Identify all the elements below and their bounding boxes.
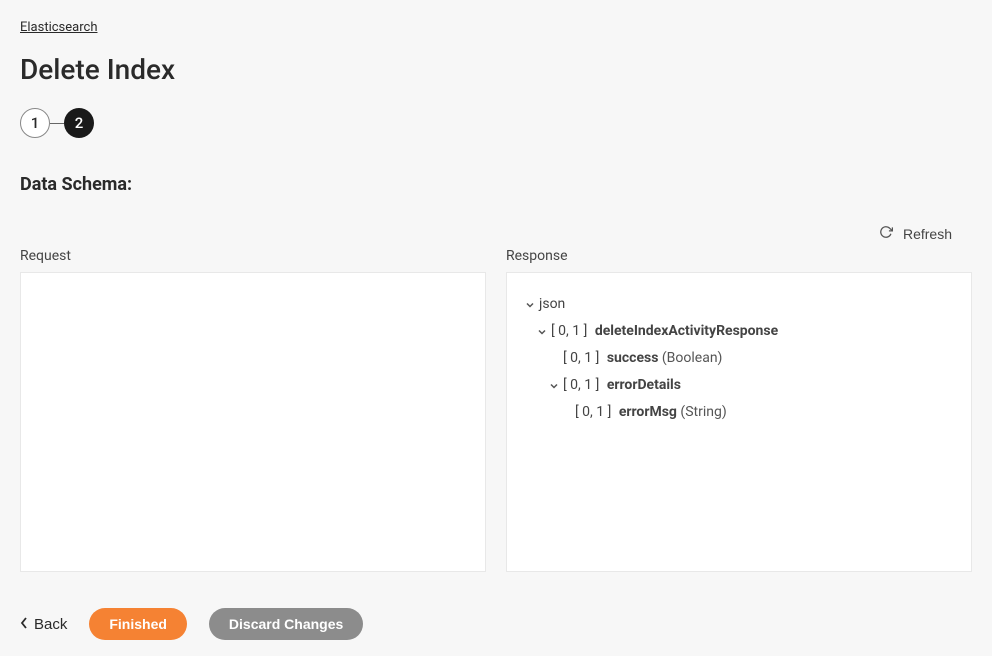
request-panel	[20, 272, 486, 572]
refresh-button[interactable]: Refresh	[879, 225, 952, 242]
refresh-icon	[879, 225, 893, 242]
section-title: Data Schema:	[20, 174, 972, 195]
step-1[interactable]: 1	[20, 108, 50, 138]
tree-label: [ 0, 1 ] success (Boolean)	[563, 348, 722, 369]
response-panel: json [ 0, 1 ] deleteIndexActivityRespons…	[506, 272, 972, 572]
page-title: Delete Index	[20, 53, 972, 86]
chevron-down-icon[interactable]	[545, 381, 563, 391]
tree-node-json[interactable]: json	[521, 291, 957, 318]
stepper: 1 2	[20, 108, 972, 138]
tree-node-deleteindexactivityresponse[interactable]: [ 0, 1 ] deleteIndexActivityResponse	[521, 318, 957, 345]
chevron-down-icon[interactable]	[533, 327, 551, 337]
tree-node-errordetails[interactable]: [ 0, 1 ] errorDetails	[521, 372, 957, 399]
chevron-left-icon	[20, 616, 28, 633]
chevron-down-icon[interactable]	[521, 300, 539, 310]
footer-actions: Back Finished Discard Changes	[20, 608, 972, 640]
response-label: Response	[506, 248, 972, 264]
discard-changes-button[interactable]: Discard Changes	[209, 608, 363, 640]
tree-label: [ 0, 1 ] errorMsg (String)	[575, 402, 727, 423]
tree-label: [ 0, 1 ] errorDetails	[563, 375, 681, 396]
tree-label: [ 0, 1 ] deleteIndexActivityResponse	[551, 321, 778, 342]
back-label: Back	[34, 616, 67, 633]
back-button[interactable]: Back	[20, 616, 67, 633]
tree-node-errormsg[interactable]: [ 0, 1 ] errorMsg (String)	[521, 399, 957, 426]
breadcrumb: Elasticsearch	[20, 20, 972, 35]
tree-label: json	[539, 294, 565, 315]
step-connector	[50, 123, 64, 124]
breadcrumb-link-elasticsearch[interactable]: Elasticsearch	[20, 20, 97, 35]
tree-node-success[interactable]: [ 0, 1 ] success (Boolean)	[521, 345, 957, 372]
refresh-label: Refresh	[903, 226, 952, 242]
step-2[interactable]: 2	[64, 108, 94, 138]
request-label: Request	[20, 248, 486, 264]
finished-button[interactable]: Finished	[89, 608, 187, 640]
